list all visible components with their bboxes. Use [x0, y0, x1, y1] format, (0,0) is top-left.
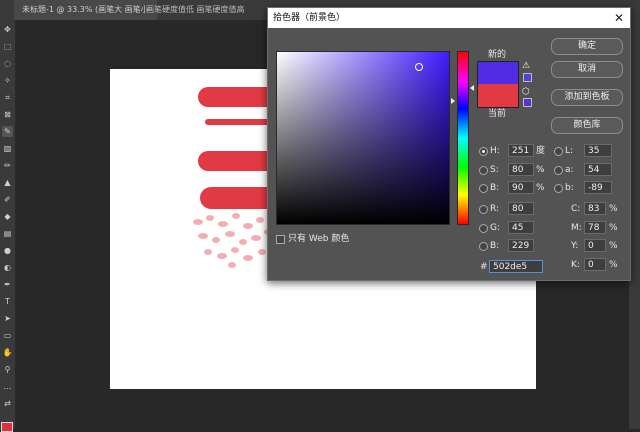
- new-color-swatch: [477, 61, 519, 85]
- saturation-unit: %: [536, 165, 545, 175]
- magic-wand-tool-icon[interactable]: ✧: [2, 75, 13, 86]
- web-safe-cube-icon[interactable]: ⬡: [522, 87, 532, 97]
- eyedropper-tool-icon[interactable]: ✎: [2, 126, 13, 137]
- a-channel-input[interactable]: 54: [584, 163, 612, 176]
- a-channel-radio[interactable]: [554, 166, 563, 175]
- document-tab-title: 未标题-1 @ 33.3% (画笔大 画笔小: [22, 5, 149, 14]
- blue-label: B:: [490, 241, 500, 251]
- blur-tool-icon[interactable]: ●: [2, 245, 13, 256]
- green-input[interactable]: 45: [508, 221, 534, 234]
- lasso-tool-icon[interactable]: ◌: [2, 58, 13, 69]
- hex-input[interactable]: 502de5: [489, 260, 543, 273]
- swap-colors-icon[interactable]: ⇄: [2, 398, 13, 409]
- blue-radio[interactable]: [479, 242, 488, 251]
- hue-slider-arrow-right-icon[interactable]: [470, 85, 474, 91]
- hue-input[interactable]: 251: [508, 144, 534, 157]
- cyan-input[interactable]: 83: [584, 202, 606, 215]
- brush-tool-icon[interactable]: ✏: [2, 160, 13, 171]
- document-tab[interactable]: 未标题-1 @ 33.3% (画笔大 画笔小: [14, 0, 157, 20]
- b-channel-label: b:: [565, 183, 574, 193]
- red-input[interactable]: 80: [508, 202, 534, 215]
- saturation-radio[interactable]: [479, 166, 488, 175]
- color-field[interactable]: [276, 51, 450, 225]
- move-tool-icon[interactable]: ✥: [2, 24, 13, 35]
- hand-tool-icon[interactable]: ✋: [2, 347, 13, 358]
- out-of-gamut-warning-icon[interactable]: ⚠: [522, 61, 532, 71]
- dialog-titlebar: 拾色器（前景色） ✕: [268, 8, 630, 28]
- healing-brush-tool-icon[interactable]: ▨: [2, 143, 13, 154]
- marquee-tool-icon[interactable]: ⬚: [2, 41, 13, 52]
- type-tool-icon[interactable]: T: [2, 296, 13, 307]
- black-input[interactable]: 0: [584, 258, 606, 271]
- brightness-label: B:: [490, 183, 500, 193]
- yellow-input[interactable]: 0: [584, 239, 606, 252]
- lightness-input[interactable]: 35: [584, 144, 612, 157]
- hue-label: H:: [490, 146, 500, 156]
- black-label: K:: [571, 260, 580, 270]
- frame-tool-icon[interactable]: ⊠: [2, 109, 13, 120]
- b-channel-input[interactable]: -89: [584, 181, 612, 194]
- color-libraries-button[interactable]: 颜色库: [551, 117, 623, 134]
- black-unit: %: [609, 260, 618, 270]
- ok-button[interactable]: 确定: [551, 38, 623, 55]
- cancel-button[interactable]: 取消: [551, 61, 623, 78]
- current-color-swatch[interactable]: [477, 84, 519, 108]
- hue-radio[interactable]: [479, 147, 488, 156]
- yellow-label: Y:: [571, 241, 579, 251]
- foreground-color-swatch[interactable]: [1, 422, 13, 432]
- zoom-tool-icon[interactable]: ⚲: [2, 364, 13, 375]
- more-tools-icon[interactable]: …: [2, 381, 13, 392]
- web-colors-only-checkbox[interactable]: [276, 235, 285, 244]
- saturation-label: S:: [490, 165, 499, 175]
- gamut-correction-swatch[interactable]: [523, 73, 532, 82]
- lightness-label: L:: [565, 146, 574, 156]
- hue-unit: 度: [536, 146, 546, 156]
- b-channel-radio[interactable]: [554, 184, 563, 193]
- yellow-unit: %: [609, 241, 618, 251]
- crop-tool-icon[interactable]: ⌗: [2, 92, 13, 103]
- cyan-unit: %: [609, 204, 618, 214]
- scatter-brush-petals: [193, 213, 272, 268]
- hue-slider-arrow-left-icon[interactable]: [451, 98, 455, 104]
- web-colors-only-label: 只有 Web 颜色: [288, 234, 350, 244]
- a-channel-label: a:: [565, 165, 574, 175]
- brightness-unit: %: [536, 183, 545, 193]
- gradient-tool-icon[interactable]: ▤: [2, 228, 13, 239]
- dodge-tool-icon[interactable]: ◐: [2, 262, 13, 273]
- saturation-input[interactable]: 80: [508, 163, 534, 176]
- green-label: G:: [490, 223, 501, 233]
- magenta-input[interactable]: 78: [584, 221, 606, 234]
- blue-input[interactable]: 229: [508, 239, 534, 252]
- hue-slider[interactable]: [457, 51, 469, 225]
- color-picker-dialog: 拾色器（前景色） ✕ 新的 当前 ⚠ ⬡ 确定 取消 添加到色板 颜色库 H: …: [267, 7, 631, 281]
- red-radio[interactable]: [479, 205, 488, 214]
- magenta-unit: %: [609, 223, 618, 233]
- brightness-radio[interactable]: [479, 184, 488, 193]
- history-brush-tool-icon[interactable]: ✐: [2, 194, 13, 205]
- cyan-label: C:: [571, 204, 581, 214]
- dialog-title: 拾色器（前景色）: [273, 13, 346, 23]
- eraser-tool-icon[interactable]: ◆: [2, 211, 13, 222]
- tools-panel: ✥ ⬚ ◌ ✧ ⌗ ⊠ ✎ ▨ ✏ ▲ ✐ ◆ ▤ ● ◐ ✒ T ➤ ▭ ✋ …: [0, 20, 16, 432]
- hex-label: #: [480, 262, 488, 272]
- add-to-swatches-button[interactable]: 添加到色板: [551, 89, 623, 106]
- color-field-cursor[interactable]: [415, 63, 423, 71]
- close-icon[interactable]: ✕: [614, 8, 624, 28]
- red-label: R:: [490, 204, 500, 214]
- path-selection-tool-icon[interactable]: ➤: [2, 313, 13, 324]
- document-tab-title-overflow: 画笔硬度值低 画笔硬度值高: [146, 5, 245, 14]
- current-color-label: 当前: [488, 109, 507, 119]
- web-safe-swatch[interactable]: [523, 98, 532, 107]
- pen-tool-icon[interactable]: ✒: [2, 279, 13, 290]
- green-radio[interactable]: [479, 224, 488, 233]
- lightness-radio[interactable]: [554, 147, 563, 156]
- brightness-input[interactable]: 90: [508, 181, 534, 194]
- magenta-label: M:: [571, 223, 582, 233]
- rectangle-tool-icon[interactable]: ▭: [2, 330, 13, 341]
- new-color-label: 新的: [488, 50, 507, 60]
- clone-stamp-tool-icon[interactable]: ▲: [2, 177, 13, 188]
